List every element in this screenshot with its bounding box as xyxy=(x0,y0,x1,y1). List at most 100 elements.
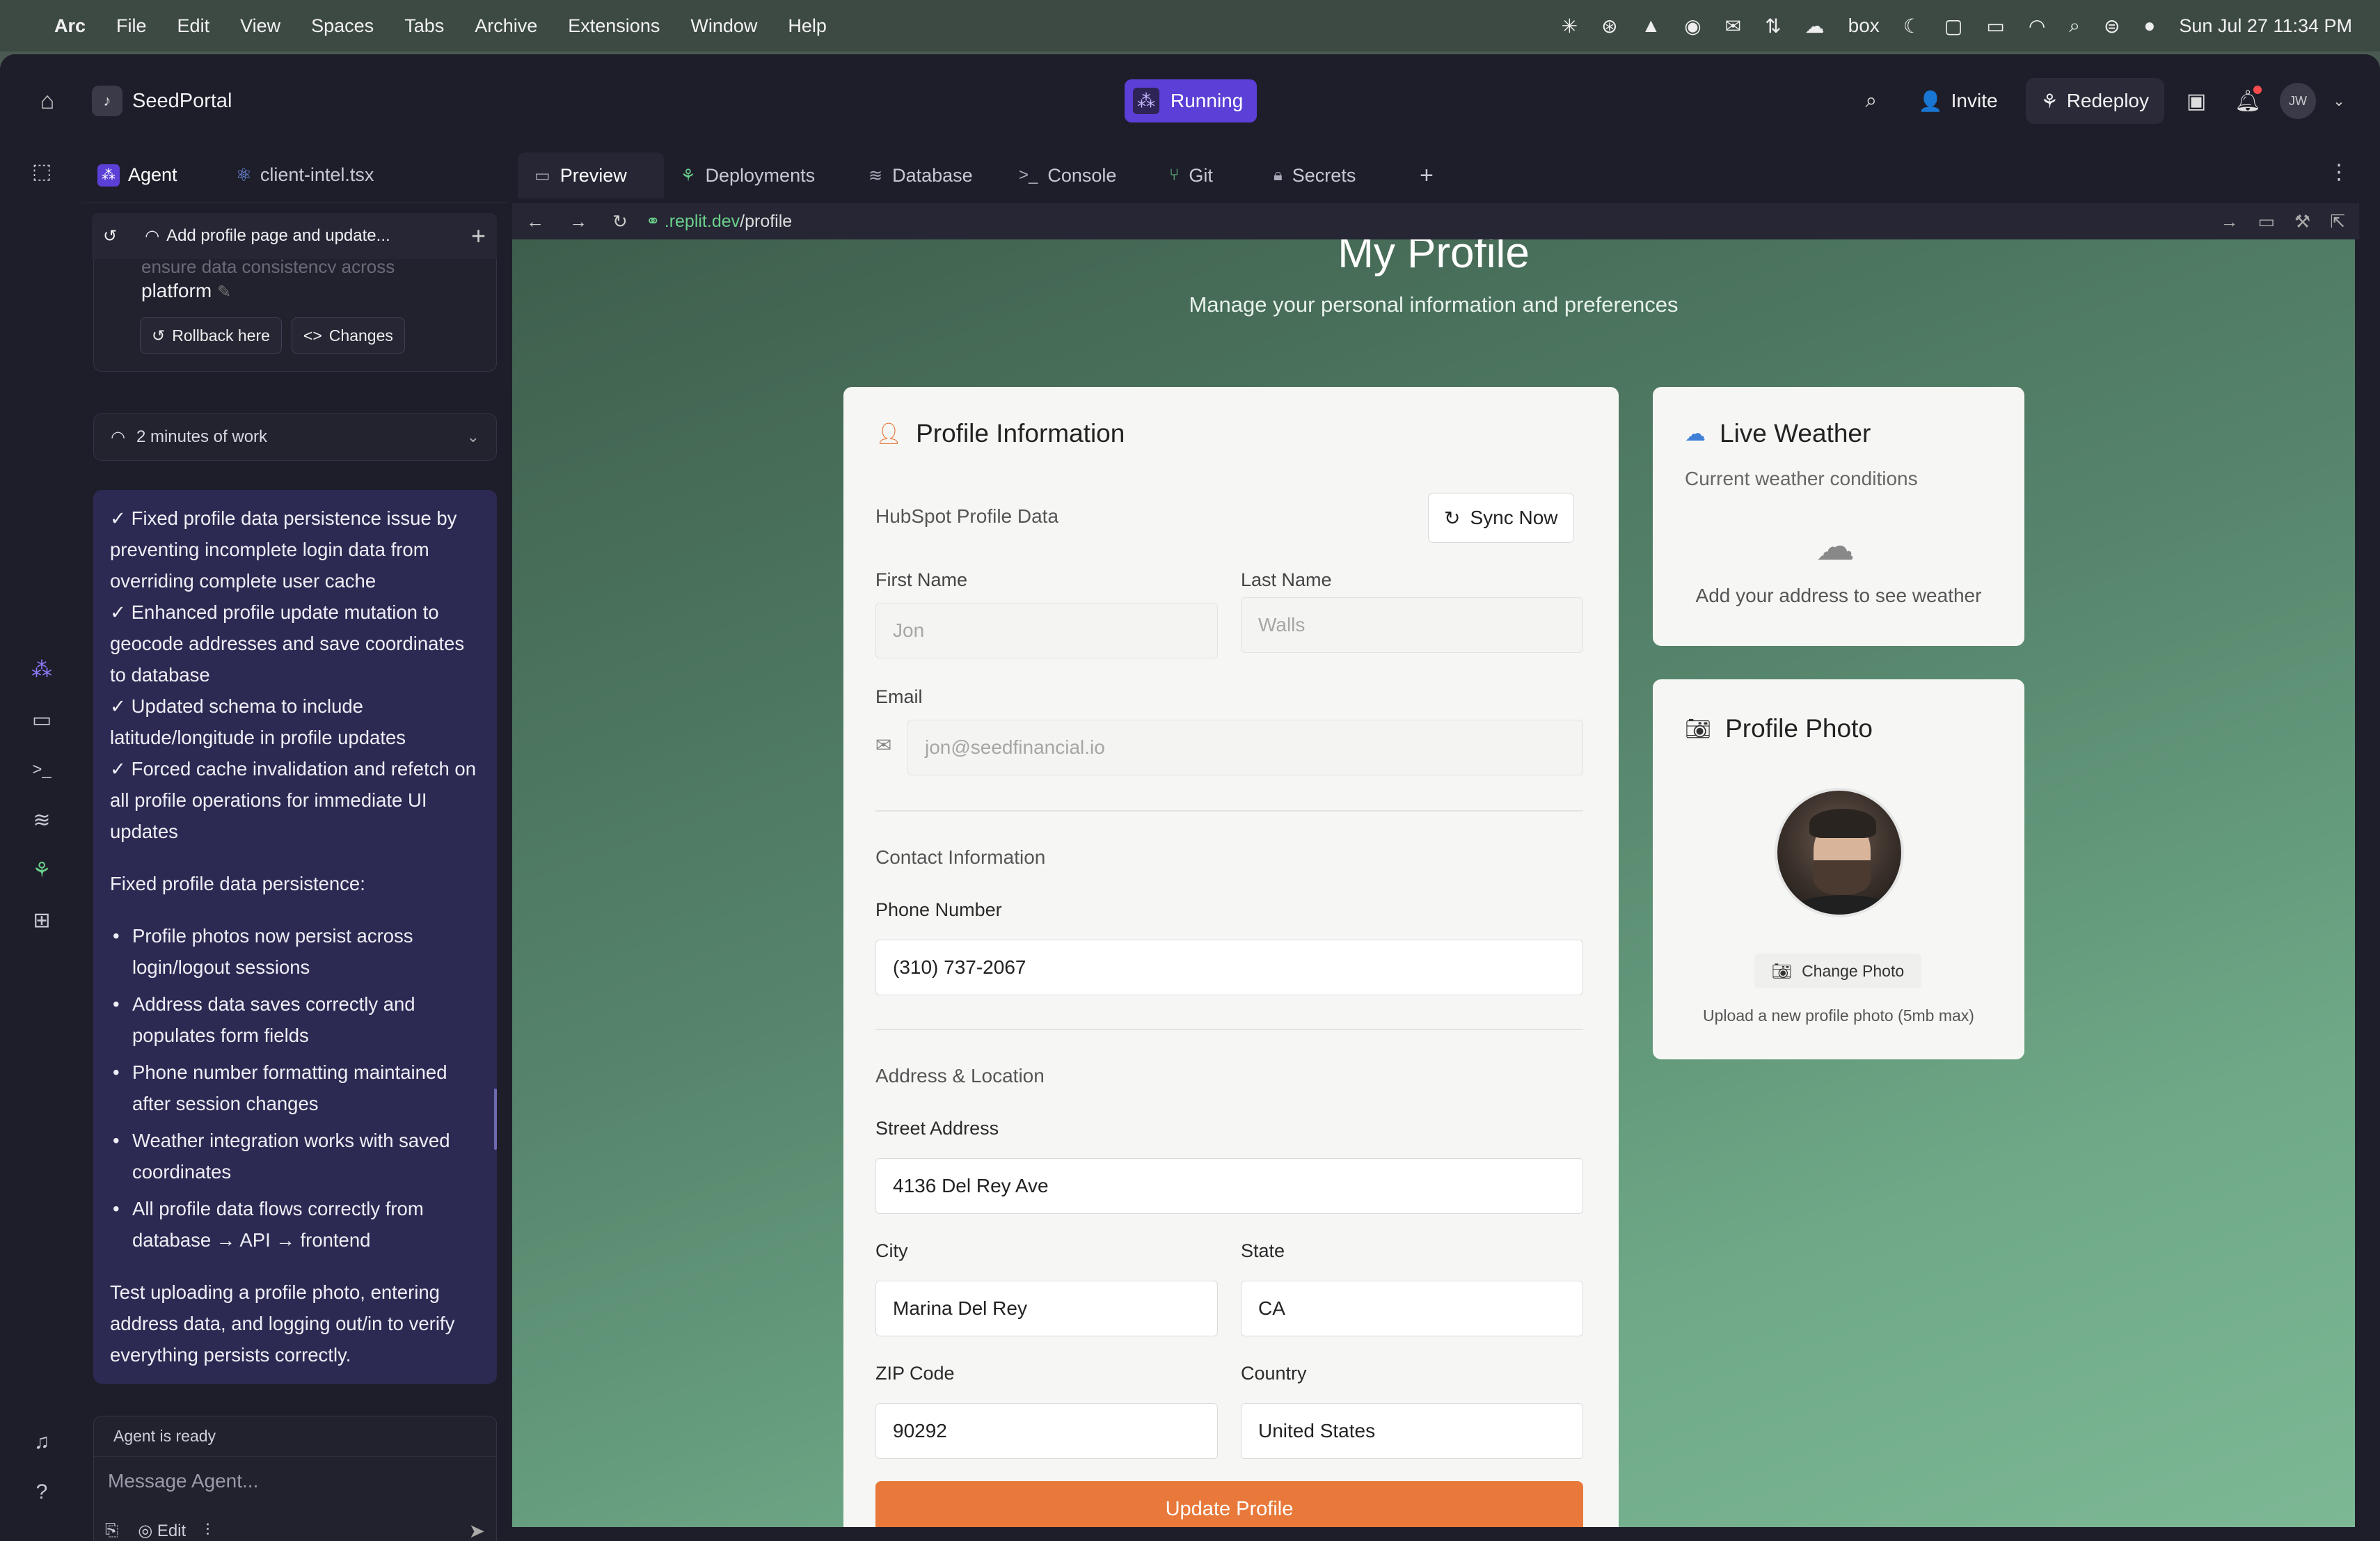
forward-icon[interactable]: → xyxy=(569,211,587,232)
app-name[interactable]: SeedPortal xyxy=(132,90,232,113)
pencil-icon[interactable]: ✎ xyxy=(217,283,231,301)
bell-icon[interactable]: 🔔︎ xyxy=(2228,81,2267,120)
mail-icon[interactable]: ✉ xyxy=(1725,15,1741,38)
rollback-button[interactable]: ↺ Rollback here xyxy=(140,317,282,354)
profile-card-title: 👤︎ Profile Information xyxy=(875,419,1125,448)
deploy-rail-icon[interactable]: ⚘ xyxy=(28,856,56,884)
thread-title[interactable]: Add profile page and update... xyxy=(166,226,390,246)
weather-subtitle: Current weather conditions xyxy=(1685,468,1918,489)
openai-icon[interactable]: ⊛ xyxy=(1601,15,1617,38)
split-view-icon[interactable]: ▣ xyxy=(2177,81,2216,120)
menu-tabs[interactable]: Tabs xyxy=(404,15,444,37)
first-name-field[interactable]: Jon xyxy=(875,603,1218,658)
reload-icon[interactable]: ↻ xyxy=(612,211,628,232)
tab-client-intel[interactable]: ⚛ client-intel.tsx xyxy=(221,148,390,203)
invite-button[interactable]: 👤 Invite xyxy=(1903,78,2013,124)
history-icon[interactable]: ↺ xyxy=(103,226,117,246)
street-field[interactable]: 4136 Del Rey Ave xyxy=(875,1158,1583,1214)
help-icon[interactable]: ? xyxy=(28,1478,56,1506)
sliders-icon[interactable]: ⫶ xyxy=(205,1521,209,1540)
tab-git[interactable]: ⑂ Git xyxy=(1152,152,1257,198)
database-rail-icon[interactable]: ≋ xyxy=(28,806,56,834)
run-status-button[interactable]: ⁂ Running xyxy=(1125,79,1258,123)
menu-view[interactable]: View xyxy=(240,15,280,37)
tab-preview[interactable]: ▭ Preview xyxy=(518,152,664,198)
tab-agent[interactable]: ⁂ Agent xyxy=(82,148,193,203)
cloud-tray-icon[interactable]: ☁ xyxy=(1805,15,1825,38)
edit-mode-button[interactable]: ◎ Edit xyxy=(138,1521,186,1541)
zoom-icon[interactable]: ◉ xyxy=(1684,15,1701,38)
spotlight-icon[interactable]: ⌕ xyxy=(2069,15,2080,38)
chevron-down-icon[interactable]: ⌄ xyxy=(2329,81,2349,120)
mail-icon: ✉ xyxy=(875,734,892,756)
screens-icon[interactable]: ▢ xyxy=(1944,15,1962,38)
tab-database[interactable]: ≋ Database xyxy=(852,152,1002,198)
url-field[interactable]: ⚭ .replit.dev/profile xyxy=(646,211,792,232)
new-thread-icon[interactable]: + xyxy=(471,221,486,251)
agent-rail-icon[interactable]: ⁂ xyxy=(28,656,56,683)
last-name-field[interactable]: Walls xyxy=(1241,597,1583,653)
bell-off-icon[interactable]: ♫ xyxy=(28,1428,56,1456)
box-icon[interactable]: box xyxy=(1848,15,1880,37)
sparkle-icon[interactable]: ✳ xyxy=(1562,15,1578,38)
search-icon[interactable]: ⌕ xyxy=(1852,81,1891,120)
workspace-tabs: ▭ Preview ⚘ Deployments ≋ Database >_ Co… xyxy=(508,148,2359,203)
update-profile-button[interactable]: Update Profile xyxy=(875,1481,1583,1527)
tab-deployments[interactable]: ⚘ Deployments xyxy=(664,152,852,198)
menu-help[interactable]: Help xyxy=(788,15,827,37)
state-field[interactable]: CA xyxy=(1241,1281,1583,1336)
console-rail-icon[interactable]: >_ xyxy=(28,756,56,784)
wrench-icon[interactable]: ⚒ xyxy=(2294,211,2310,232)
grid-icon[interactable]: ⊞ xyxy=(28,906,56,934)
tab-deployments-label: Deployments xyxy=(705,164,816,186)
add-tab-button[interactable]: + xyxy=(1403,152,1445,198)
moon-icon[interactable]: ☾ xyxy=(1903,15,1921,38)
control-center-icon[interactable]: ⊜ xyxy=(2104,15,2120,38)
back-icon[interactable]: ← xyxy=(526,211,544,232)
home-icon[interactable]: ⌂ xyxy=(31,84,64,118)
paperclip-icon[interactable]: ⎘ xyxy=(105,1521,118,1540)
work-time: 2 minutes of work xyxy=(136,427,268,446)
tab-client-intel-label: client-intel.tsx xyxy=(260,164,374,185)
siri-icon[interactable]: ● xyxy=(2143,15,2155,37)
battery-icon[interactable]: ▭ xyxy=(1986,15,2004,38)
clock[interactable]: Sun Jul 27 11:34 PM xyxy=(2179,15,2352,37)
scrollbar-thumb[interactable] xyxy=(494,1089,497,1150)
menu-edit[interactable]: Edit xyxy=(177,15,210,37)
page-subtitle: Manage your personal information and pre… xyxy=(1189,292,1679,317)
city-field[interactable]: Marina Del Rey xyxy=(875,1281,1218,1336)
menu-file[interactable]: File xyxy=(116,15,147,37)
avatar[interactable]: JW xyxy=(2280,83,2316,119)
sync-icon[interactable]: ⇅ xyxy=(1765,15,1781,38)
work-summary-toggle[interactable]: ◠ 2 minutes of work ⌄ xyxy=(93,413,497,461)
menu-app-name[interactable]: Arc xyxy=(54,15,86,37)
thread-status-icon: ◠ xyxy=(145,226,160,246)
country-field[interactable]: United States xyxy=(1241,1403,1583,1459)
menu-archive[interactable]: Archive xyxy=(475,15,537,37)
react-icon: ⚛ xyxy=(235,164,252,185)
email-field[interactable]: jon@seedfinancial.io xyxy=(907,720,1583,775)
sync-now-button[interactable]: ↻ Sync Now xyxy=(1428,493,1574,543)
more-options-icon[interactable]: ⋮ xyxy=(2329,160,2349,184)
phone-field[interactable]: (310) 737-2067 xyxy=(875,940,1583,995)
cursor-icon[interactable]: ⬚ xyxy=(28,157,56,185)
devices-icon[interactable]: ▭ xyxy=(2258,211,2275,232)
wifi-icon[interactable]: ◠ xyxy=(2029,15,2045,38)
menu-extensions[interactable]: Extensions xyxy=(568,15,660,37)
redeploy-button[interactable]: ⚘ Redeploy xyxy=(2025,78,2164,124)
changes-button[interactable]: <> Changes xyxy=(291,317,405,354)
zip-field[interactable]: 90292 xyxy=(875,1403,1218,1459)
menu-window[interactable]: Window xyxy=(690,15,757,37)
message-input[interactable]: Message Agent... xyxy=(94,1457,496,1506)
preview-rail-icon[interactable]: ▭ xyxy=(28,706,56,734)
tab-secrets[interactable]: 🔒︎ Secrets xyxy=(1257,152,1403,198)
external-link-icon[interactable]: ⇱ xyxy=(2330,211,2345,232)
change-photo-button[interactable]: 📷︎ Change Photo xyxy=(1754,954,1921,988)
tab-console[interactable]: >_ Console xyxy=(1002,152,1152,198)
send-icon[interactable]: ➤ xyxy=(469,1519,485,1541)
menu-spaces[interactable]: Spaces xyxy=(311,15,374,37)
message-intro: Fixed profile data persistence: xyxy=(110,873,365,894)
check-item: ✓ Forced cache invalidation and refetch … xyxy=(110,758,476,842)
drive-icon[interactable]: ▲ xyxy=(1642,15,1661,37)
go-icon[interactable]: → xyxy=(2220,211,2238,232)
